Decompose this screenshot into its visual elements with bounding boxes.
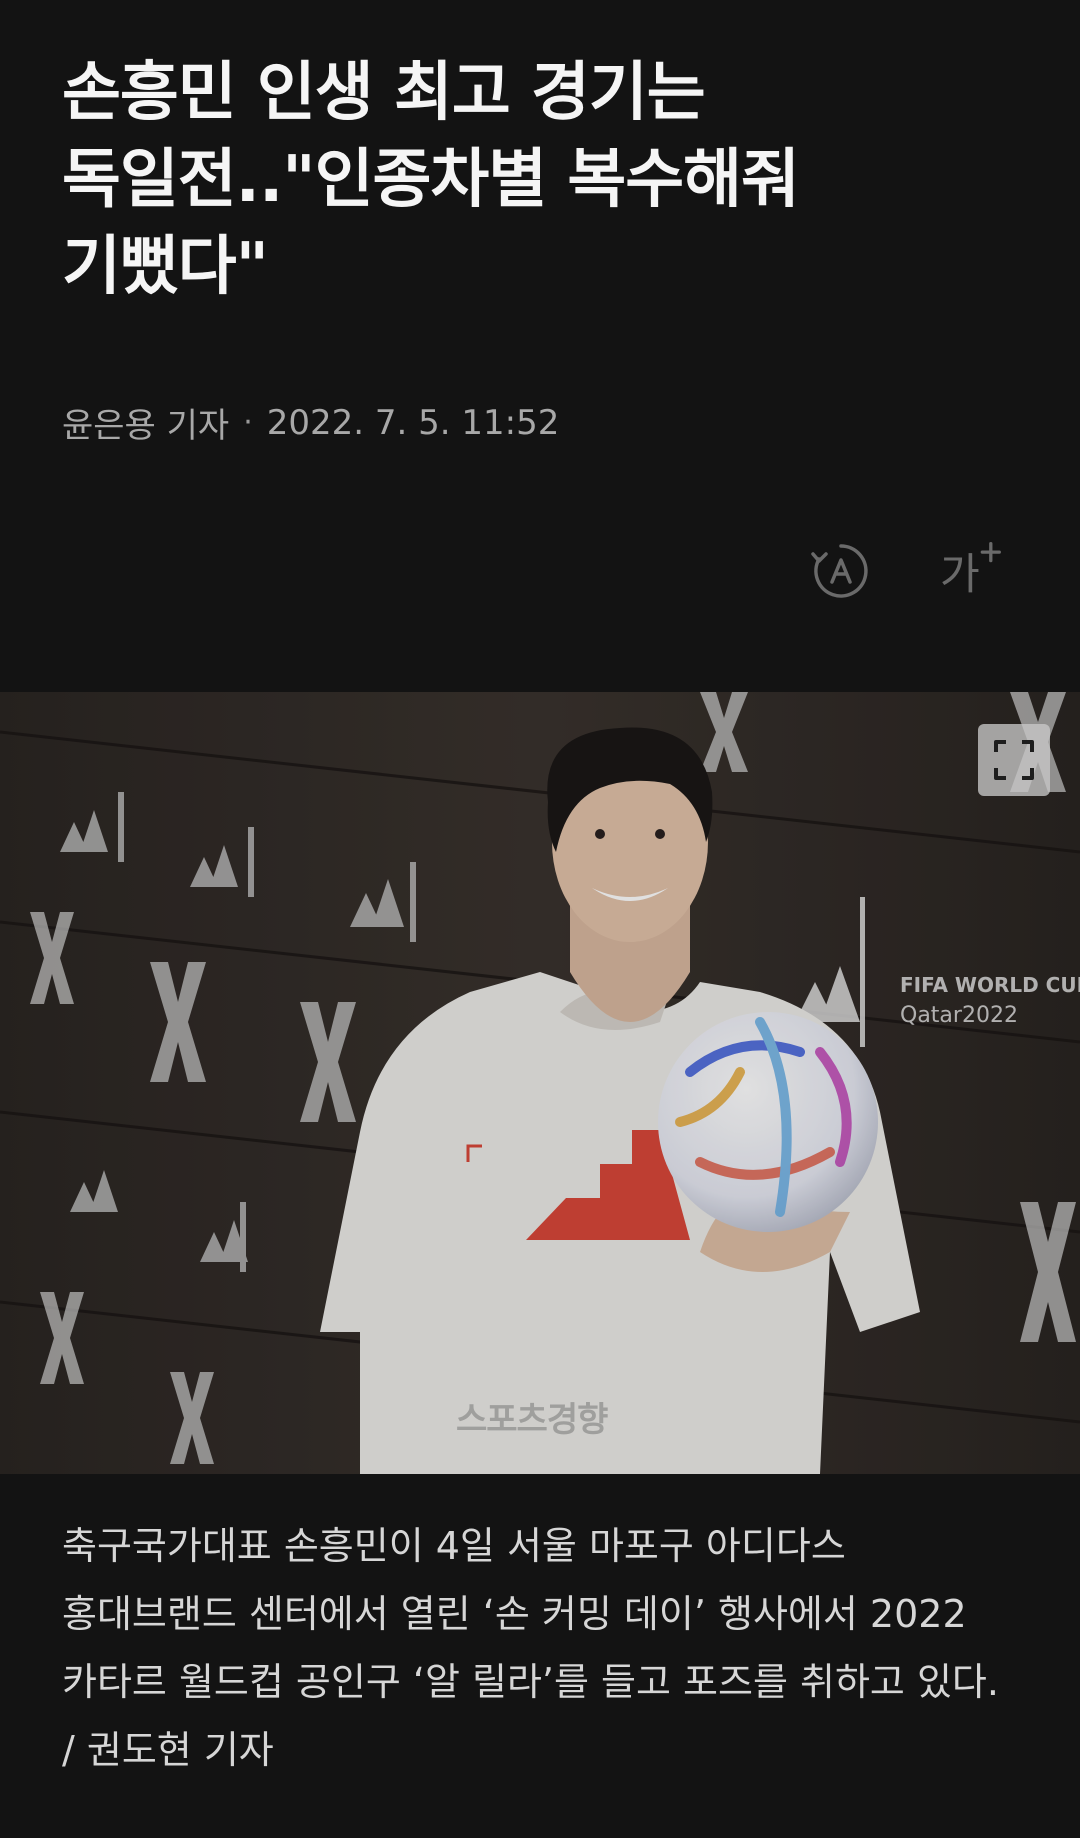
translate-icon bbox=[811, 544, 868, 598]
publish-date: 2022. 7. 5. 11:52 bbox=[266, 402, 560, 443]
photo-caption: 축구국가대표 손흥민이 4일 서울 마포구 아디다스 홍대브랜드 센터에서 열린… bbox=[62, 1524, 999, 1772]
photo-watermark: 스포츠경향 bbox=[456, 1400, 608, 1440]
article-photo[interactable]: FIFA WORLD CUP Qatar2022 스포츠경향 bbox=[0, 692, 1080, 1474]
photo-illustration: FIFA WORLD CUP Qatar2022 bbox=[0, 692, 1080, 1474]
article-header: 손흥민 인생 최고 경기는 독일전.."인종차별 복수해줘 기뻤다" bbox=[62, 50, 1002, 311]
fullscreen-icon bbox=[994, 740, 1034, 780]
separator-dot: · bbox=[243, 405, 253, 440]
font-size-label: 가 bbox=[940, 550, 980, 600]
translate-button[interactable] bbox=[808, 538, 874, 604]
headline: 손흥민 인생 최고 경기는 독일전.."인종차별 복수해줘 기뻤다" bbox=[62, 56, 800, 304]
font-size-icon: 가 bbox=[940, 542, 1001, 600]
byline: 윤은용 기자 · 2022. 7. 5. 11:52 bbox=[62, 398, 559, 447]
reporter-name[interactable]: 윤은용 기자 bbox=[62, 398, 229, 447]
fullscreen-button[interactable] bbox=[978, 724, 1050, 796]
font-size-button[interactable]: 가 bbox=[938, 538, 1004, 604]
